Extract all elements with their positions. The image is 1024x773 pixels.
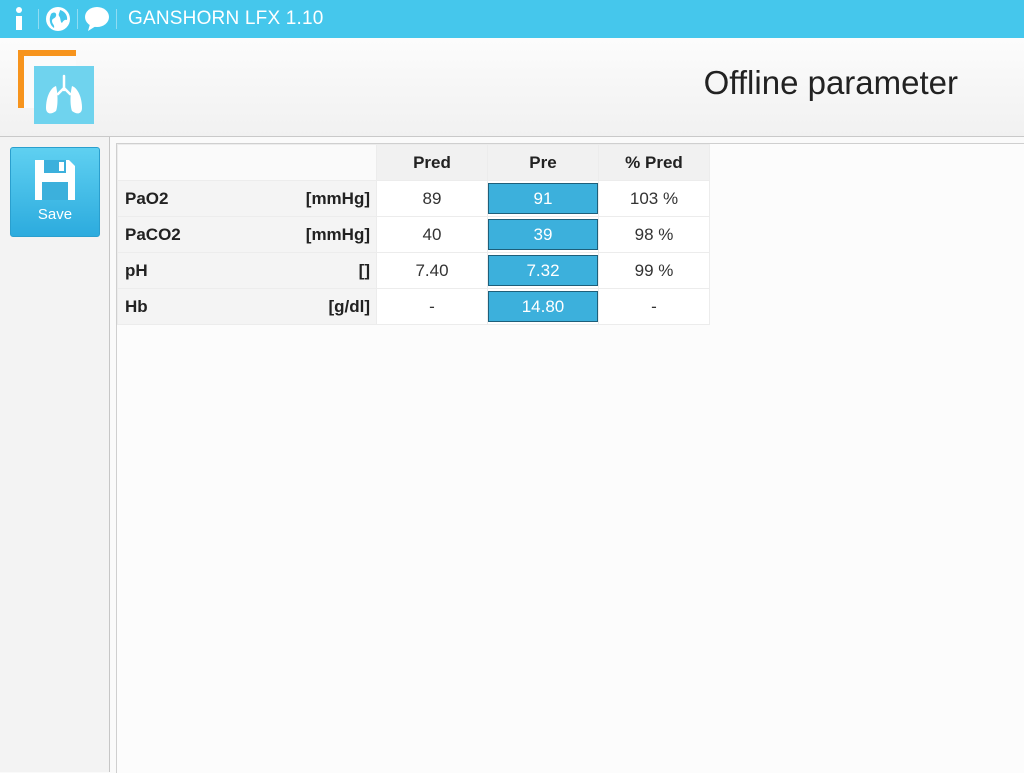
parameter-unit: []	[358, 260, 370, 280]
chat-bubble-icon[interactable]	[78, 0, 116, 38]
row-label-pao2: PaO2 [mmHg]	[117, 180, 377, 217]
table-row: pH [] 7.40 7.32 99 %	[117, 252, 710, 289]
pre-input-cell: 91	[487, 180, 599, 217]
pre-input-cell: 39	[487, 216, 599, 253]
pct-pred-value: 103 %	[598, 180, 710, 217]
table-row: PaCO2 [mmHg] 40 39 98 %	[117, 216, 710, 253]
parameter-name: PaCO2	[125, 224, 181, 244]
column-header-pct-pred: % Pred	[598, 144, 710, 181]
save-button[interactable]: Save	[10, 147, 100, 237]
parameter-unit: [g/dl]	[328, 296, 370, 316]
left-toolbar: Save	[0, 137, 110, 772]
table-row: Hb [g/dl] - 14.80 -	[117, 288, 710, 325]
pre-input-cell: 7.32	[487, 252, 599, 289]
table-row: PaO2 [mmHg] 89 91 103 %	[117, 180, 710, 217]
parameter-unit: [mmHg]	[305, 224, 370, 244]
app-title: GANSHORN LFX 1.10	[128, 8, 324, 29]
column-header-pred: Pred	[376, 144, 488, 181]
pre-value-input[interactable]: 91	[488, 183, 598, 214]
parameter-name: Hb	[125, 296, 148, 316]
pre-value-input[interactable]: 39	[488, 219, 598, 250]
pre-input-cell: 14.80	[487, 288, 599, 325]
pct-pred-value: 98 %	[598, 216, 710, 253]
pred-value: 7.40	[376, 252, 488, 289]
globe-icon[interactable]	[39, 0, 77, 38]
pre-value-input[interactable]: 7.32	[488, 255, 598, 286]
pred-value: 89	[376, 180, 488, 217]
pct-pred-value: -	[598, 288, 710, 325]
parameter-table: Pred Pre % Pred PaO2 [mmHg] 89 91 103 % …	[117, 144, 710, 325]
pre-value-input[interactable]: 14.80	[488, 291, 598, 322]
parameter-unit: [mmHg]	[305, 188, 370, 208]
lungs-logo-icon	[18, 50, 94, 124]
table-corner-cell	[117, 144, 377, 181]
row-label-hb: Hb [g/dl]	[117, 288, 377, 325]
save-button-label: Save	[37, 206, 73, 223]
row-label-paco2: PaCO2 [mmHg]	[117, 216, 377, 253]
table-header-row: Pred Pre % Pred	[117, 144, 710, 181]
pct-pred-value: 99 %	[598, 252, 710, 289]
title-bar: GANSHORN LFX 1.10	[0, 0, 1024, 38]
toolbar-separator	[116, 9, 117, 29]
parameter-name: PaO2	[125, 188, 169, 208]
column-header-pre: Pre	[487, 144, 599, 181]
pred-value: 40	[376, 216, 488, 253]
floppy-disk-icon	[35, 160, 75, 200]
parameter-name: pH	[125, 260, 148, 280]
row-label-ph: pH []	[117, 252, 377, 289]
page-header: Offline parameter	[0, 38, 1024, 137]
parameter-panel: Pred Pre % Pred PaO2 [mmHg] 89 91 103 % …	[116, 143, 1024, 773]
page-title: Offline parameter	[703, 64, 958, 101]
pred-value: -	[376, 288, 488, 325]
info-icon[interactable]	[0, 0, 38, 38]
